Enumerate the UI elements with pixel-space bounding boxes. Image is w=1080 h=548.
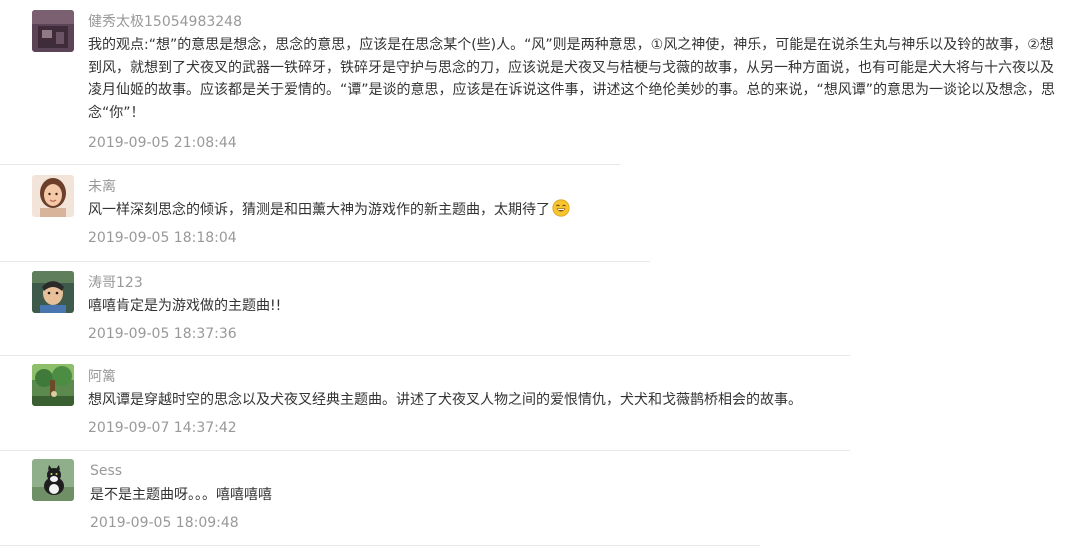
user-avatar[interactable]: [32, 175, 74, 217]
comment-username[interactable]: 未离: [88, 178, 116, 196]
comment-text: 我的观点:“想”的意思是想念，思念的意思，应该是在思念某个(些)人。“风”则是两…: [88, 37, 1056, 121]
comment-text: 嘻嘻肯定是为游戏做的主题曲!!: [88, 298, 282, 314]
avatar-black-white-cat-icon: [32, 459, 74, 501]
user-avatar[interactable]: [32, 271, 74, 313]
avatar-anime-character-icon: [32, 271, 74, 313]
comment-divider: [0, 355, 850, 356]
comment-text-body: 风一样深刻思念的倾诉，猜测是和田薰大神为游戏作的新主题曲，太期待了: [88, 202, 550, 218]
avatar-girl-portrait-icon: [32, 175, 74, 217]
comment-text: 想风谭是穿越时空的思念以及犬夜叉经典主题曲。讲述了犬夜叉人物之间的爱恨情仇，犬犬…: [88, 392, 802, 408]
comment-divider: [0, 450, 850, 451]
comment-divider: [0, 545, 760, 546]
comment-timestamp: 2019-09-07 14:37:42: [88, 420, 237, 436]
user-avatar[interactable]: [32, 459, 74, 501]
comment-timestamp: 2019-09-05 21:08:44: [88, 135, 237, 151]
comment-username[interactable]: Sess: [90, 462, 122, 480]
comment-timestamp: 2019-09-05 18:09:48: [90, 515, 239, 531]
comment-text: 风一样深刻思念的倾诉，猜测是和田薰大神为游戏作的新主题曲，太期待了: [88, 199, 988, 222]
comment-timestamp: 2019-09-05 18:18:04: [88, 230, 237, 246]
avatar-dark-purple-icon: [32, 10, 74, 52]
laughing-face-emoji-icon: [552, 199, 570, 217]
comment-username[interactable]: 健秀太极15054983248: [88, 13, 242, 31]
user-avatar[interactable]: [32, 10, 74, 52]
comment-timestamp: 2019-09-05 18:37:36: [88, 326, 237, 342]
comment-text: 是不是主题曲呀。。。嘻嘻嘻嘻: [90, 487, 272, 503]
comment-divider: [0, 261, 650, 262]
avatar-forest-scene-icon: [32, 364, 74, 406]
user-avatar[interactable]: [32, 364, 74, 406]
comment-username[interactable]: 涛哥123: [88, 274, 143, 292]
comment-username[interactable]: 阿篱: [88, 368, 116, 386]
comment-divider: [0, 164, 620, 165]
